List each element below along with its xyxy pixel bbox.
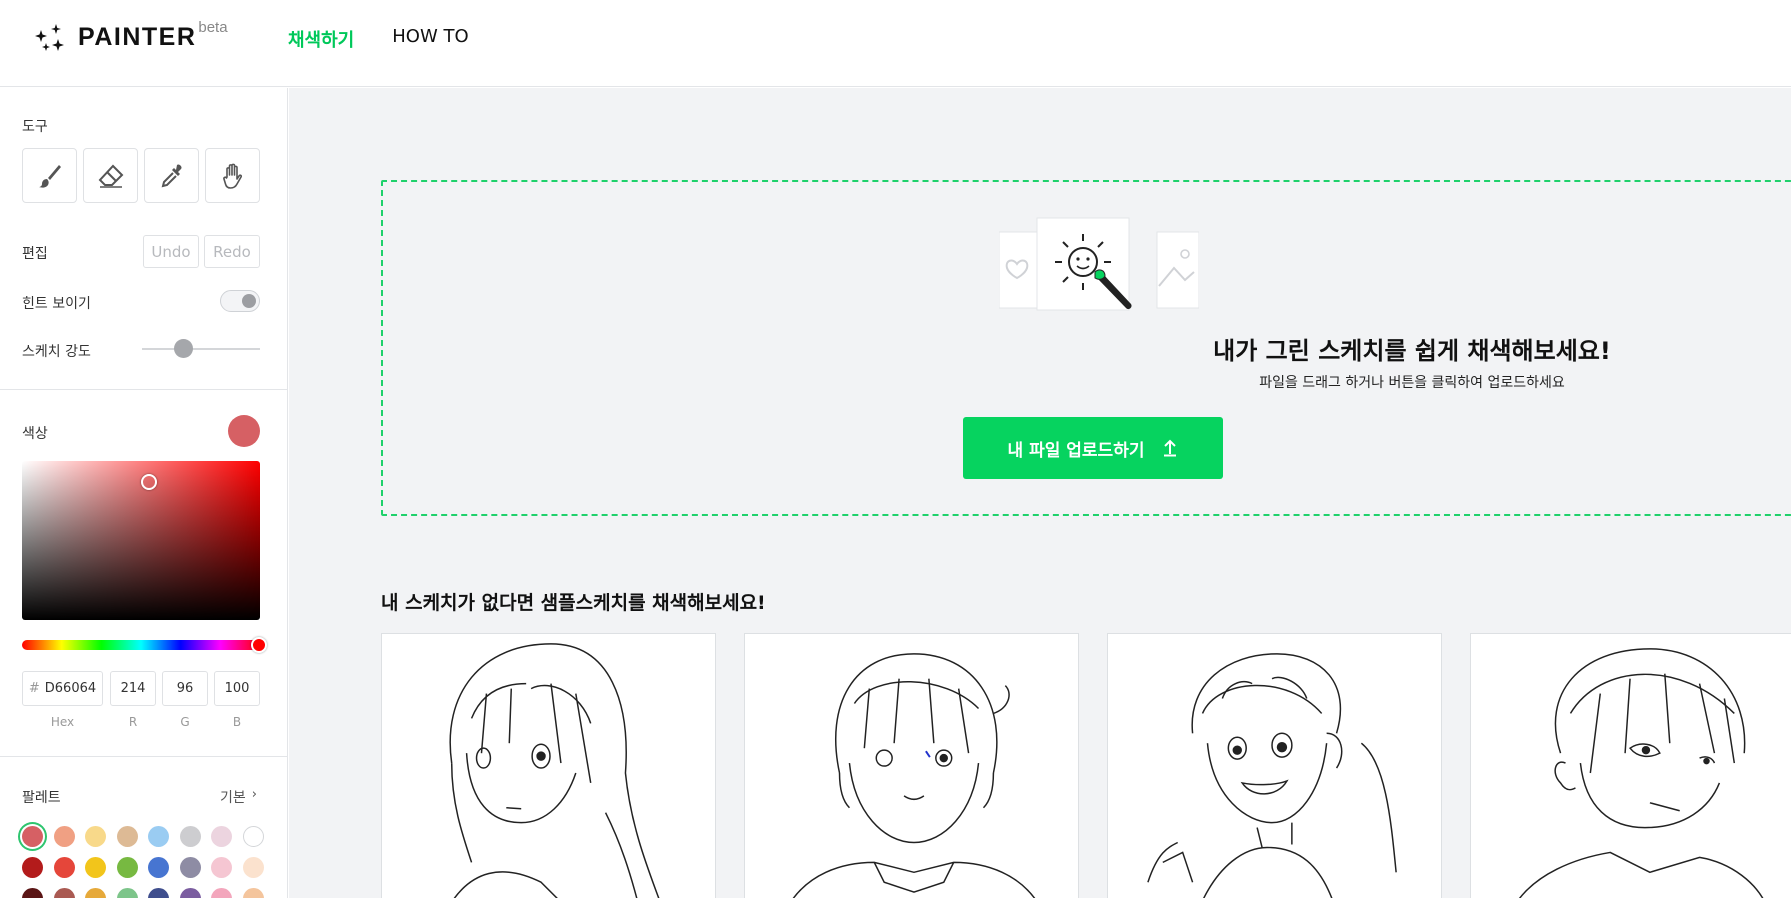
palette-swatch[interactable]	[53, 888, 75, 898]
sample-sketch-card[interactable]	[744, 633, 1079, 898]
drop-zone-title: 내가 그린 스케치를 쉽게 채색해보세요!	[1213, 337, 1611, 365]
samples-title: 내 스케치가 없다면 샘플스케치를 채색해보세요!	[381, 592, 766, 614]
hand-icon	[222, 163, 242, 189]
palette-swatch[interactable]	[85, 857, 106, 878]
picker-handle[interactable]	[141, 474, 157, 490]
sample-sketch-card[interactable]	[1107, 633, 1442, 898]
eraser-icon	[98, 164, 123, 188]
brush-tool-button[interactable]	[22, 148, 77, 203]
hex-value: D66064	[44, 681, 97, 696]
hex-field[interactable]: # D66064	[22, 671, 103, 706]
beta-badge: beta	[198, 18, 228, 36]
palette-swatch[interactable]	[242, 826, 264, 847]
sun-painting-illustration	[999, 217, 1199, 311]
palette-swatch[interactable]	[148, 826, 169, 847]
eraser-tool-button[interactable]	[83, 148, 138, 203]
palette-swatch[interactable]	[179, 857, 201, 878]
upload-arrow-icon	[1164, 439, 1177, 457]
hex-caption: Hex	[50, 715, 75, 729]
palette-swatch[interactable]	[85, 888, 106, 898]
sketch-strength-label: 스케치 강도	[22, 344, 91, 360]
hand-tool-button[interactable]	[205, 148, 260, 203]
eyedropper-tool-button[interactable]	[144, 148, 199, 203]
sample-sketch-card[interactable]	[1470, 633, 1791, 898]
sample-sketch-2	[792, 653, 1036, 898]
palette-swatch[interactable]	[242, 888, 264, 898]
palette-preset-selector[interactable]: 기본 ›	[220, 787, 257, 807]
palette-swatch[interactable]	[22, 888, 43, 898]
palette-swatch[interactable]	[242, 857, 264, 878]
hue-handle[interactable]	[251, 637, 267, 653]
tool-sidebar: 도구 편집 Undo Redo 힌트 보이기 스케치 강도 색상 # D6606…	[0, 88, 288, 898]
sidebar-divider	[0, 756, 287, 757]
r-caption: R	[128, 715, 138, 729]
palette-swatch[interactable]	[85, 826, 106, 847]
palette-swatch[interactable]	[148, 857, 169, 878]
palette-swatch[interactable]	[211, 888, 232, 898]
hue-slider[interactable]	[22, 640, 260, 650]
palette-swatch[interactable]	[148, 888, 169, 898]
logo-text: PAINTER	[78, 22, 197, 51]
edit-label: 편집	[22, 246, 48, 262]
palette-swatch[interactable]	[22, 857, 43, 878]
sidebar-divider	[0, 389, 287, 390]
g-field[interactable]: 96	[162, 671, 208, 706]
logo[interactable]: PAINTER beta	[32, 18, 228, 54]
palette-swatch[interactable]	[211, 857, 232, 878]
upload-file-button[interactable]: 내 파일 업로드하기	[963, 417, 1223, 479]
color-label: 색상	[22, 426, 48, 442]
b-field[interactable]: 100	[214, 671, 260, 706]
brush-icon	[38, 164, 61, 188]
sample-sketch-4	[1519, 648, 1764, 898]
sparkle-logo-icon	[35, 24, 64, 51]
sample-sketch-1	[449, 643, 660, 898]
palette-preset-label: 기본	[220, 790, 246, 806]
sketch-strength-thumb[interactable]	[173, 339, 193, 358]
sample-sketch-card[interactable]	[381, 633, 716, 898]
palette-swatch[interactable]	[116, 826, 138, 847]
g-caption: G	[180, 715, 190, 729]
top-header: PAINTER beta 채색하기 HOW TO	[0, 0, 1791, 87]
b-caption: B	[232, 715, 242, 729]
sample-sketch-3	[1147, 653, 1397, 898]
palette-swatch[interactable]	[211, 826, 232, 847]
chevron-right-icon: ›	[251, 787, 257, 802]
upload-button-label: 내 파일 업로드하기	[1007, 440, 1145, 461]
current-color-swatch	[228, 415, 260, 447]
tools-label: 도구	[22, 119, 48, 135]
palette-swatch[interactable]	[179, 826, 201, 847]
drop-zone-subtitle: 파일을 드래그 하거나 버튼을 클릭하여 업로드하세요	[1259, 375, 1565, 391]
sketch-strength-track[interactable]	[142, 348, 260, 350]
palette-label: 팔레트	[22, 790, 61, 806]
r-field[interactable]: 214	[110, 671, 156, 706]
palette-swatch[interactable]	[116, 857, 138, 878]
main-nav: 채색하기 HOW TO	[288, 26, 469, 52]
eyedropper-icon	[161, 163, 182, 187]
hex-prefix: #	[28, 681, 40, 696]
palette-swatch[interactable]	[22, 826, 43, 847]
nav-how-to[interactable]: HOW TO	[392, 26, 468, 52]
redo-button[interactable]: Redo	[204, 235, 260, 268]
palette-swatch[interactable]	[116, 888, 138, 898]
undo-button[interactable]: Undo	[143, 235, 199, 268]
hint-label: 힌트 보이기	[22, 296, 91, 312]
nav-coloring[interactable]: 채색하기	[288, 26, 354, 52]
hint-toggle[interactable]	[220, 290, 260, 312]
main-area: 내가 그린 스케치를 쉽게 채색해보세요! 파일을 드래그 하거나 버튼을 클릭…	[289, 88, 1791, 898]
palette-swatch[interactable]	[53, 826, 75, 847]
palette-swatch[interactable]	[53, 857, 75, 878]
palette-swatch[interactable]	[179, 888, 201, 898]
